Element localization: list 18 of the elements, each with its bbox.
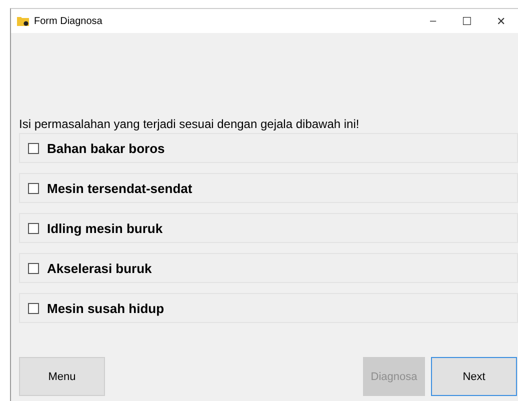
folder-icon (17, 16, 29, 26)
symptom-label[interactable]: Mesin tersendat-sendat (47, 180, 192, 196)
instruction-text: Isi permasalahan yang terjadi sesuai dengan gejala dibawah ini! (19, 117, 360, 131)
next-button[interactable]: Next (431, 357, 517, 396)
maximize-button[interactable]: ☐ (450, 14, 484, 28)
window-title: Form Diagnosa (34, 16, 104, 26)
minimize-button[interactable]: – (416, 15, 450, 27)
symptom-label[interactable]: Idling mesin buruk (47, 220, 163, 236)
checkbox[interactable] (28, 302, 39, 314)
checkbox[interactable] (28, 142, 39, 154)
checkbox[interactable] (28, 222, 39, 234)
symptom-label[interactable]: Akselerasi buruk (47, 260, 152, 276)
menu-button[interactable]: Menu (19, 357, 105, 396)
symptom-label[interactable]: Bahan bakar boros (47, 140, 165, 156)
close-button[interactable]: ✕ (484, 14, 518, 28)
symptom-label[interactable]: Mesin susah hidup (47, 300, 164, 316)
checkbox[interactable] (28, 262, 39, 274)
checkbox[interactable] (28, 182, 39, 194)
